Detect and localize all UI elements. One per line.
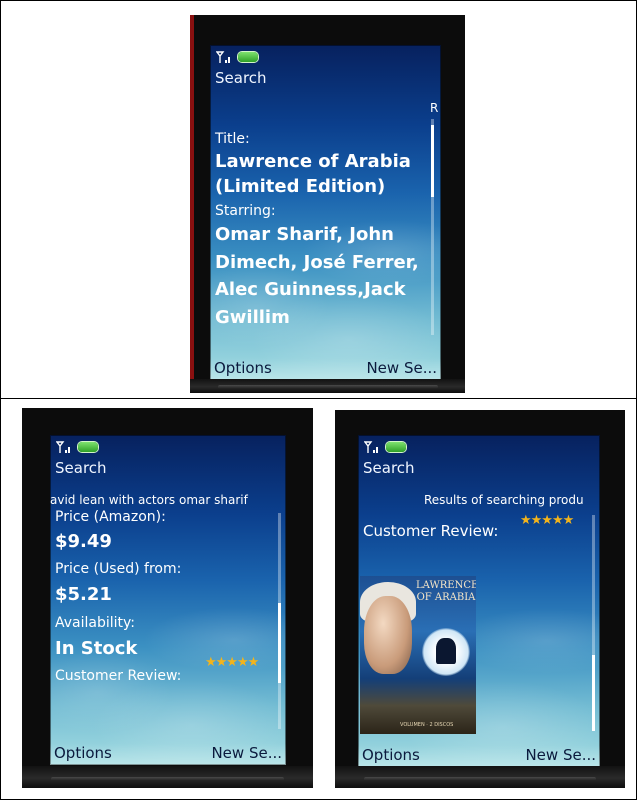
options-softkey[interactable]: Options	[362, 746, 420, 764]
customer-review-label: Customer Review:	[363, 522, 499, 540]
scroll-thumb[interactable]	[431, 125, 434, 197]
detail-content: Customer Review: ★★★★★	[363, 513, 593, 541]
scrollbar[interactable]	[431, 119, 434, 335]
scroll-thumb[interactable]	[278, 603, 281, 683]
phone-1-screen: Search R Title: Lawrence of Arabia (Limi…	[210, 45, 441, 380]
softkey-bar: Options New Se...	[358, 745, 600, 767]
phone-3-screen: Search Results of searching produ Custom…	[358, 435, 600, 767]
title-value: Lawrence of Arabia (Limited Edition)	[215, 151, 411, 197]
speaker-slot	[51, 777, 284, 781]
rating-stars-icon: ★★★★★	[205, 655, 259, 670]
signal-icon	[56, 441, 70, 453]
screen-title: Search	[55, 459, 107, 477]
poster-rider	[436, 638, 456, 664]
battery-icon	[78, 442, 98, 452]
phone-3: Search Results of searching produ Custom…	[335, 410, 625, 788]
options-softkey[interactable]: Options	[214, 359, 272, 377]
screen-title: Search	[363, 459, 415, 477]
phone-bezel	[22, 766, 313, 788]
new-search-softkey[interactable]: New Se...	[366, 359, 437, 377]
options-softkey[interactable]: Options	[54, 744, 112, 762]
softkey-bar: Options New Se...	[210, 358, 441, 380]
new-search-softkey[interactable]: New Se...	[211, 744, 282, 762]
rating-stars-icon: ★★★★★	[520, 513, 574, 528]
phone-bezel	[335, 766, 625, 788]
speaker-slot	[364, 777, 596, 781]
scrollbar[interactable]	[592, 515, 595, 731]
poster-face	[364, 596, 412, 674]
scroll-thumb[interactable]	[592, 655, 595, 731]
detail-content: Price (Amazon): $9.49 Price (Used) from:…	[55, 509, 275, 686]
customer-review-label: Customer Review:	[55, 668, 182, 684]
starring-value: Omar Sharif, John Dimech, José Ferrer, A…	[215, 224, 419, 328]
phone-2-screen: Search avid lean with actors omar sharif…	[50, 435, 286, 765]
price-amazon-label: Price (Amazon):	[55, 509, 166, 525]
new-search-softkey[interactable]: New Se...	[525, 746, 596, 764]
price-used-value: $5.21	[55, 584, 112, 605]
detail-content: Title: Lawrence of Arabia (Limited Editi…	[215, 129, 425, 331]
scrollbar[interactable]	[278, 513, 281, 729]
phone-accent	[190, 15, 194, 393]
phone-2: Search avid lean with actors omar sharif…	[22, 408, 313, 788]
ticker-text: Results of searching produ	[424, 493, 584, 507]
softkey-bar: Options New Se...	[50, 743, 286, 765]
title-label: Title:	[215, 131, 250, 147]
signal-icon	[216, 51, 230, 63]
ticker-text: R	[430, 101, 439, 115]
screen-title: Search	[215, 69, 267, 87]
movie-poster-image: LAWRENCE OF ARABIA VOLUMEN · 2 DISCOS	[360, 576, 476, 734]
speaker-slot	[217, 385, 438, 389]
battery-icon	[238, 52, 258, 62]
phone-bezel	[190, 379, 465, 393]
poster-title: LAWRENCE OF ARABIA	[416, 580, 476, 603]
price-amazon-value: $9.49	[55, 531, 112, 552]
poster-caption: VOLUMEN · 2 DISCOS	[400, 722, 454, 728]
ticker-text: avid lean with actors omar sharif	[50, 493, 248, 507]
phone-1: Search R Title: Lawrence of Arabia (Limi…	[190, 15, 465, 393]
availability-label: Availability:	[55, 615, 136, 631]
starring-label: Starring:	[215, 203, 276, 219]
price-used-label: Price (Used) from:	[55, 561, 182, 577]
frame-divider	[0, 398, 637, 399]
signal-icon	[364, 441, 378, 453]
battery-icon	[386, 442, 406, 452]
